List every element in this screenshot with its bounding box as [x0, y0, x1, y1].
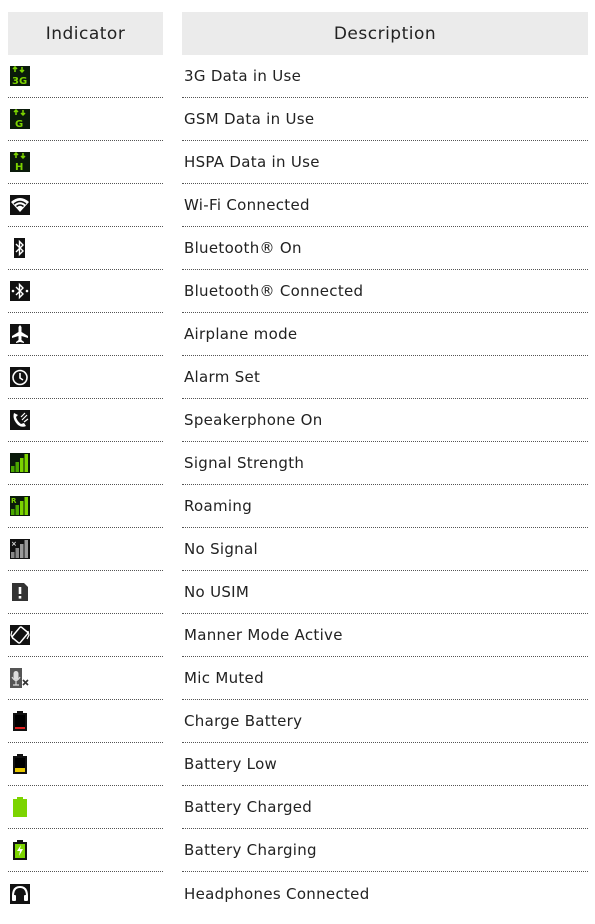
- table-row: Bluetooth® On: [8, 227, 588, 270]
- table-row: Battery Charged: [8, 786, 588, 829]
- mic-muted-icon: [10, 668, 29, 688]
- row-description: Alarm Set: [182, 356, 588, 399]
- table-row: Wi-Fi Connected: [8, 184, 588, 227]
- alarm-icon: [10, 367, 30, 387]
- battery-charging-icon: [13, 840, 27, 860]
- battery-low-icon: [13, 754, 27, 774]
- table-header: Indicator Description: [8, 12, 588, 55]
- table-row: Manner Mode Active: [8, 614, 588, 657]
- airplane-icon: [10, 324, 30, 344]
- battery-charged-icon: [13, 797, 27, 817]
- row-description: Roaming: [182, 485, 588, 528]
- svg-text:×: ×: [11, 540, 17, 548]
- row-description: Charge Battery: [182, 700, 588, 743]
- indicator-table: Indicator Description 3G 3G Data in Use …: [8, 12, 588, 915]
- svg-text:G: G: [15, 119, 23, 129]
- row-description: Battery Charged: [182, 786, 588, 829]
- svg-text:3G: 3G: [12, 76, 27, 86]
- svg-text:R: R: [11, 497, 17, 505]
- table-row: Bluetooth® Connected: [8, 270, 588, 313]
- row-description: Speakerphone On: [182, 399, 588, 442]
- row-description: GSM Data in Use: [182, 98, 588, 141]
- table-row: G GSM Data in Use: [8, 98, 588, 141]
- row-description: No USIM: [182, 571, 588, 614]
- row-description: No Signal: [182, 528, 588, 571]
- table-row: No USIM: [8, 571, 588, 614]
- wifi-icon: [10, 195, 30, 215]
- indicator-column-header: Indicator: [8, 12, 163, 55]
- table-row: Battery Charging: [8, 829, 588, 872]
- description-column-header: Description: [182, 12, 588, 55]
- row-description: Mic Muted: [182, 657, 588, 700]
- signal-strength-icon: [10, 453, 30, 473]
- row-description: 3G Data in Use: [182, 55, 588, 98]
- roaming-icon: R: [10, 496, 30, 516]
- table-row: Mic Muted: [8, 657, 588, 700]
- table-row: R Roaming: [8, 485, 588, 528]
- bluetooth-connected-icon: [10, 281, 30, 301]
- svg-text:H: H: [15, 162, 23, 172]
- row-description: Airplane mode: [182, 313, 588, 356]
- table-row: Signal Strength: [8, 442, 588, 485]
- hspa-data-icon: H: [10, 152, 30, 172]
- table-row: Speakerphone On: [8, 399, 588, 442]
- table-row: Airplane mode: [8, 313, 588, 356]
- bluetooth-icon: [14, 238, 25, 258]
- 3g-data-icon: 3G: [10, 66, 30, 86]
- table-row: H HSPA Data in Use: [8, 141, 588, 184]
- table-row: Charge Battery: [8, 700, 588, 743]
- charge-battery-icon: [13, 711, 27, 731]
- manner-mode-icon: [10, 625, 30, 645]
- table-row: Headphones Connected: [8, 872, 588, 915]
- gsm-data-icon: G: [10, 109, 30, 129]
- speakerphone-icon: [10, 410, 30, 430]
- table-row: Battery Low: [8, 743, 588, 786]
- table-row: × No Signal: [8, 528, 588, 571]
- row-description: Wi-Fi Connected: [182, 184, 588, 227]
- row-description: Bluetooth® Connected: [182, 270, 588, 313]
- table-row: 3G 3G Data in Use: [8, 55, 588, 98]
- row-description: Bluetooth® On: [182, 227, 588, 270]
- row-description: Headphones Connected: [184, 884, 370, 903]
- row-description: Battery Low: [182, 743, 588, 786]
- no-signal-icon: ×: [10, 539, 30, 559]
- no-usim-icon: [12, 583, 28, 601]
- row-description: HSPA Data in Use: [182, 141, 588, 184]
- table-row: Alarm Set: [8, 356, 588, 399]
- row-description: Battery Charging: [182, 829, 588, 872]
- headphones-icon: [10, 883, 30, 904]
- row-description: Manner Mode Active: [182, 614, 588, 657]
- row-description: Signal Strength: [182, 442, 588, 485]
